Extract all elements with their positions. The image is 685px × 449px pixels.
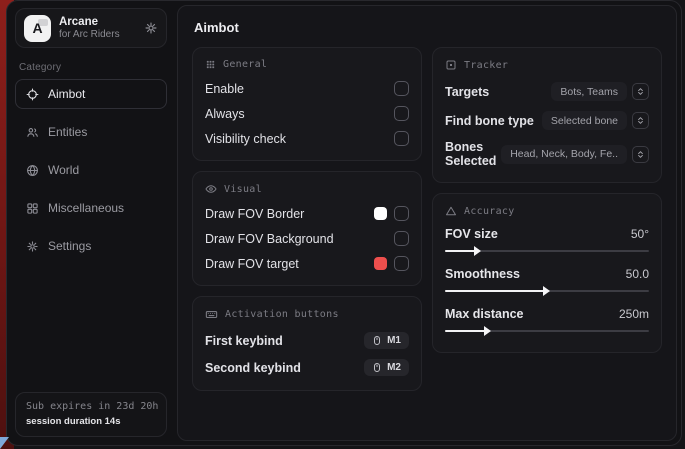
slider-thumb[interactable] xyxy=(474,246,481,256)
accuracy-card: Accuracy FOV size 50° xyxy=(432,193,662,353)
sidebar-item-label: World xyxy=(48,163,79,177)
sidebar-nav: Aimbot Entities World xyxy=(7,79,175,261)
card-title: Visual xyxy=(224,184,262,195)
setting-row-fov-border: Draw FOV Border xyxy=(205,201,409,226)
sidebar: A Arcane for Arc Riders Category xyxy=(7,1,175,445)
subscription-info-box: Sub expires in 23d 20h session duration … xyxy=(15,392,167,437)
activation-card: Activation buttons First keybind M1 xyxy=(192,296,422,391)
setting-row-bones-selected: Bones Selected Head, Neck, Body, Fe.. xyxy=(445,135,649,173)
app-window: A Arcane for Arc Riders Category xyxy=(6,0,682,446)
card-title: Activation buttons xyxy=(225,309,339,320)
settings-gear-icon xyxy=(26,240,39,253)
users-icon xyxy=(26,126,39,139)
setting-row-find-bone-type: Find bone type Selected bone xyxy=(445,106,649,135)
find-bone-type-dropdown[interactable]: Selected bone xyxy=(542,111,649,130)
card-title: General xyxy=(223,59,267,70)
brand-logo-letter: A xyxy=(32,20,42,36)
sidebar-item-entities[interactable]: Entities xyxy=(15,117,167,147)
sidebar-item-world[interactable]: World xyxy=(15,155,167,185)
visibility-check-checkbox[interactable] xyxy=(394,131,409,146)
always-checkbox[interactable] xyxy=(394,106,409,121)
setting-row-fov-background: Draw FOV Background xyxy=(205,226,409,251)
max-distance-slider[interactable] xyxy=(445,330,649,332)
tracker-card-header: Tracker xyxy=(445,59,649,71)
setting-row-first-keybind: First keybind M1 xyxy=(205,327,409,354)
fov-border-checkbox[interactable] xyxy=(394,206,409,221)
general-card-header: General xyxy=(205,59,409,70)
setting-row-smoothness: Smoothness 50.0 xyxy=(445,263,649,303)
setting-row-visibility-check: Visibility check xyxy=(205,126,409,151)
sidebar-item-aimbot[interactable]: Aimbot xyxy=(15,79,167,109)
activation-card-header: Activation buttons xyxy=(205,308,409,321)
left-column: General Enable Always Visibility check xyxy=(192,47,422,391)
smoothness-value: 50.0 xyxy=(626,267,649,281)
card-title: Accuracy xyxy=(464,206,515,217)
slider-thumb[interactable] xyxy=(543,286,550,296)
general-card: General Enable Always Visibility check xyxy=(192,47,422,161)
chevrons-up-down-icon[interactable] xyxy=(632,112,649,129)
main-panel: Aimbot General xyxy=(177,5,677,441)
setting-row-max-distance: Max distance 250m xyxy=(445,303,649,343)
bones-selected-dropdown-value[interactable]: Head, Neck, Body, Fe.. xyxy=(501,145,627,164)
chevrons-up-down-icon[interactable] xyxy=(632,83,649,100)
sidebar-item-label: Settings xyxy=(48,239,91,253)
find-bone-type-dropdown-value[interactable]: Selected bone xyxy=(542,111,627,130)
mouse-icon xyxy=(372,362,382,373)
sidebar-item-settings[interactable]: Settings xyxy=(15,231,167,261)
keyboard-icon xyxy=(205,308,218,321)
brand-card: A Arcane for Arc Riders xyxy=(15,8,167,48)
globe-icon xyxy=(26,164,39,177)
fov-background-checkbox[interactable] xyxy=(394,231,409,246)
page-title: Aimbot xyxy=(194,20,662,35)
visual-card-header: Visual xyxy=(205,183,409,195)
fov-border-color-swatch[interactable] xyxy=(374,207,387,220)
sidebar-item-label: Entities xyxy=(48,125,87,139)
brand-logo: A xyxy=(24,15,51,42)
brand-subtitle: for Arc Riders xyxy=(59,29,136,42)
fov-size-value: 50° xyxy=(631,227,649,241)
smoothness-slider[interactable] xyxy=(445,290,649,292)
enable-checkbox[interactable] xyxy=(394,81,409,96)
accuracy-card-header: Accuracy xyxy=(445,205,649,217)
mouse-icon xyxy=(372,335,382,346)
max-distance-value: 250m xyxy=(619,307,649,321)
setting-row-fov-target: Draw FOV target xyxy=(205,251,409,276)
setting-row-enable: Enable xyxy=(205,76,409,101)
card-title: Tracker xyxy=(464,60,508,71)
grid-icon xyxy=(26,202,39,215)
category-label: Category xyxy=(19,62,163,73)
mouse-cursor xyxy=(0,437,9,449)
tracker-card: Tracker Targets Bots, Teams xyxy=(432,47,662,183)
setting-row-always: Always xyxy=(205,101,409,126)
setting-row-second-keybind: Second keybind M2 xyxy=(205,354,409,381)
visual-card: Visual Draw FOV Border Draw FOV Backgrou… xyxy=(192,171,422,286)
targets-dropdown-value[interactable]: Bots, Teams xyxy=(551,82,627,101)
sidebar-item-miscellaneous[interactable]: Miscellaneous xyxy=(15,193,167,223)
first-keybind-button[interactable]: M1 xyxy=(364,332,409,349)
right-column: Tracker Targets Bots, Teams xyxy=(432,47,662,353)
brand-text: Arcane for Arc Riders xyxy=(59,15,136,42)
fov-target-color-swatch[interactable] xyxy=(374,257,387,270)
grid-dots-icon xyxy=(205,59,216,70)
setting-row-fov-size: FOV size 50° xyxy=(445,223,649,263)
setting-row-targets: Targets Bots, Teams xyxy=(445,77,649,106)
brand-name: Arcane xyxy=(59,15,136,29)
sidebar-item-label: Aimbot xyxy=(48,87,85,101)
chevrons-up-down-icon[interactable] xyxy=(632,146,649,163)
gear-icon[interactable] xyxy=(144,21,158,35)
crosshair-icon xyxy=(26,88,39,101)
second-keybind-button[interactable]: M2 xyxy=(364,359,409,376)
session-duration-text: session duration 14s xyxy=(26,416,156,427)
eye-icon xyxy=(205,183,217,195)
triangle-icon xyxy=(445,205,457,217)
slider-thumb[interactable] xyxy=(484,326,491,336)
targets-dropdown[interactable]: Bots, Teams xyxy=(551,82,649,101)
sidebar-item-label: Miscellaneous xyxy=(48,201,124,215)
fov-size-slider[interactable] xyxy=(445,250,649,252)
fov-target-checkbox[interactable] xyxy=(394,256,409,271)
sub-expiry-text: Sub expires in 23d 20h xyxy=(26,401,156,412)
scan-target-icon xyxy=(445,59,457,71)
bones-selected-dropdown[interactable]: Head, Neck, Body, Fe.. xyxy=(501,145,649,164)
